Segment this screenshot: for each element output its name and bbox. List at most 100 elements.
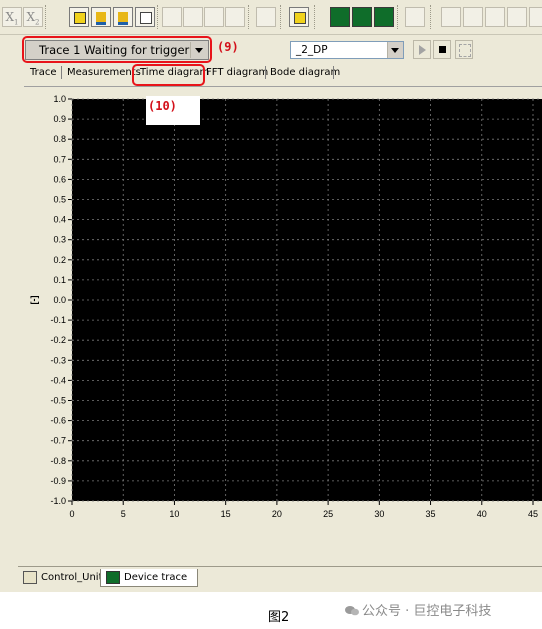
toolbar-separator <box>248 5 252 29</box>
y-tick-label: -0.3 <box>50 355 66 365</box>
tab-device-trace-label: Device trace <box>124 572 188 583</box>
y-tick-label: 0.2 <box>53 255 66 265</box>
x-tick-label: 20 <box>272 509 282 519</box>
tab-separator <box>333 66 334 79</box>
wechat-icon <box>345 606 359 616</box>
value-box: (10) <box>146 96 200 125</box>
toolbar-separator <box>280 5 284 29</box>
toolbar: X1 X2 <box>0 0 542 35</box>
callout-9: (9) <box>217 40 239 54</box>
legend-icon[interactable] <box>289 7 309 27</box>
cursor-up-icon[interactable] <box>183 7 203 27</box>
x2-cursor-button[interactable]: X2 <box>23 7 43 27</box>
fit-icon[interactable] <box>225 7 245 27</box>
x-tick-label: 25 <box>323 509 333 519</box>
table-icon[interactable] <box>256 7 276 27</box>
x-tick-label: 15 <box>221 509 231 519</box>
toolbar-separator <box>397 5 401 29</box>
step-icon[interactable] <box>485 7 505 27</box>
tab-separator <box>265 66 266 79</box>
stop-button[interactable] <box>433 40 451 59</box>
tab-fft-diagram[interactable]: FFT diagram <box>206 64 268 81</box>
y-tick-label: -0.5 <box>50 396 66 406</box>
y-tick-label: 0.7 <box>53 154 66 164</box>
watermark: 公众号 · 巨控电子科技 <box>345 600 491 619</box>
x-tick-label: 45 <box>528 509 538 519</box>
y-tick-label: 1.0 <box>53 94 66 104</box>
editor-tabs: Control_Unit Device trace <box>18 566 542 589</box>
x1-label: X <box>5 10 15 24</box>
y-tick-label: -0.4 <box>50 375 66 385</box>
y-tick-label: -1.0 <box>50 496 66 506</box>
x-tick-label: 35 <box>426 509 436 519</box>
grid-icon[interactable] <box>441 7 461 27</box>
device-trace-icon <box>106 570 120 584</box>
time-diagram-chart[interactable]: 1.0 0.9 0.8 0.7 0.6 0.5 0.4 0.3 0.2 0.1 0.0 -0.1 -0.… <box>24 87 542 563</box>
x-tick-label: 30 <box>374 509 384 519</box>
x2-sub: 2 <box>35 18 40 27</box>
chevron-down-icon <box>391 48 399 53</box>
y-tick-label: 0.9 <box>53 114 66 124</box>
watermark-text: 公众号 · 巨控电子科技 <box>362 604 492 619</box>
control-unit-icon <box>23 570 37 584</box>
callout-10: (10) <box>148 99 177 113</box>
toolbar-separator <box>430 5 434 29</box>
device-trace-window: X1 X2 Trace 1 Waiting for trigger (9) _2… <box>0 0 542 592</box>
fill-icon[interactable] <box>529 7 542 27</box>
highlight-trace-select <box>22 36 212 63</box>
x1-sub: 1 <box>14 18 19 27</box>
tab-separator <box>61 66 62 79</box>
display-mode-1-icon[interactable] <box>330 7 350 27</box>
move-icon[interactable] <box>162 7 182 27</box>
y-tick-label: -0.7 <box>50 436 66 446</box>
y-tick-label: 0.0 <box>53 295 66 305</box>
y-axis-label: [-] <box>29 296 39 305</box>
lines-icon[interactable] <box>507 7 527 27</box>
tab-bode-diagram[interactable]: Bode diagram <box>270 64 340 81</box>
zoom-in-icon[interactable] <box>91 7 111 27</box>
toolbar-separator <box>314 5 318 29</box>
start-button[interactable] <box>413 40 431 59</box>
x-tick-label: 0 <box>69 509 74 519</box>
cursor-down-icon[interactable] <box>204 7 224 27</box>
figure-caption: 图2 <box>268 610 290 625</box>
y-tick-label: 0.3 <box>53 235 66 245</box>
y-tick-label: -0.8 <box>50 456 66 466</box>
y-tick-label: -0.9 <box>50 476 66 486</box>
y-tick-label: -0.6 <box>50 416 66 426</box>
tab-measurements[interactable]: Measurements <box>67 64 141 81</box>
display-mode-3-icon[interactable] <box>374 7 394 27</box>
measure-icon[interactable] <box>135 7 155 27</box>
y-tick-label: 0.5 <box>53 195 66 205</box>
x-tick-label: 5 <box>121 509 126 519</box>
tab-device-trace[interactable]: Device trace <box>100 569 198 587</box>
toolbar-separator <box>45 5 49 29</box>
play-icon <box>419 45 426 55</box>
y-tick-label: 0.1 <box>53 275 66 285</box>
y-tick-label: 0.6 <box>53 174 66 184</box>
y-tick-label: -0.1 <box>50 315 66 325</box>
tab-control-unit[interactable]: Control_Unit <box>18 569 103 587</box>
dp-select-dropdown[interactable] <box>387 42 403 58</box>
x1-cursor-button[interactable]: X1 <box>2 7 22 27</box>
y-tick-label: -0.2 <box>50 335 66 345</box>
scale-icon[interactable] <box>405 7 425 27</box>
zoom-out-icon[interactable] <box>113 7 133 27</box>
delete-icon <box>459 44 471 57</box>
highlight-time-diagram-tab <box>132 64 205 86</box>
x-tick-label: 10 <box>169 509 179 519</box>
time-diagram-panel: 1.0 0.9 0.8 0.7 0.6 0.5 0.4 0.3 0.2 0.1 0.0 -0.1 -0.… <box>24 86 542 563</box>
toolbar-separator <box>157 5 161 29</box>
tab-trace[interactable]: Trace <box>30 64 57 81</box>
y-tick-label: 0.8 <box>53 134 66 144</box>
display-mode-2-icon[interactable] <box>352 7 372 27</box>
x2-label: X <box>26 10 36 24</box>
signal-select-icon[interactable] <box>69 7 89 27</box>
delete-button[interactable] <box>455 40 473 59</box>
settings-icon[interactable] <box>463 7 483 27</box>
dp-select-value: _2_DP <box>296 44 328 56</box>
stop-icon <box>439 46 446 53</box>
dp-select[interactable]: _2_DP <box>290 41 404 59</box>
tab-control-unit-label: Control_Unit <box>41 572 103 583</box>
y-tick-label: 0.4 <box>53 215 66 225</box>
